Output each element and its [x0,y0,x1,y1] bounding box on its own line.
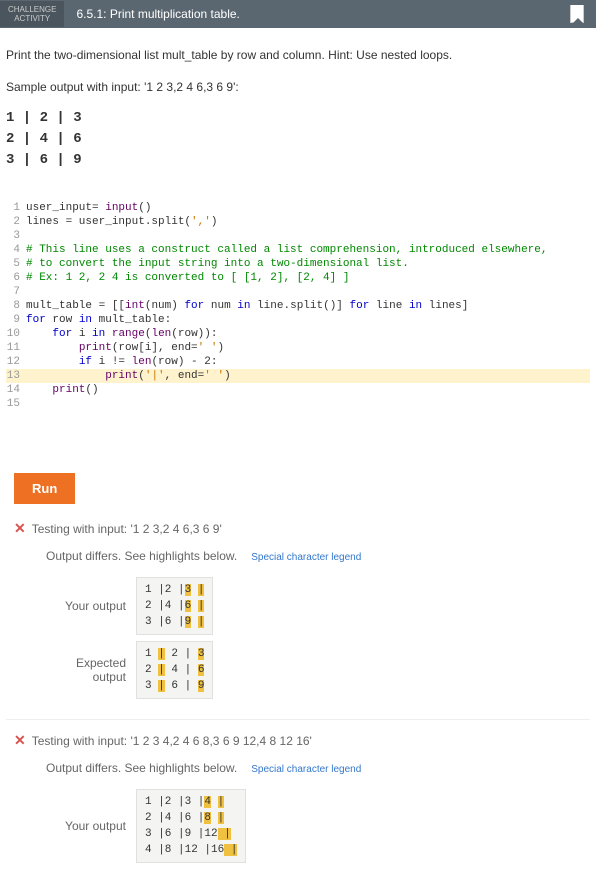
activity-tag: CHALLENGE ACTIVITY [0,1,64,27]
bookmark-icon[interactable] [570,5,584,23]
your-output-label: Your output [46,599,136,613]
diff-label: Output differs. See highlights below.Spe… [6,549,590,563]
run-button[interactable]: Run [14,473,75,504]
sample-output: 1 | 2 | 3 2 | 4 | 6 3 | 6 | 9 [6,108,590,171]
legend-link[interactable]: Special character legend [251,552,361,563]
your-output-row: Your output1 |2 |3 |4 |2 |4 |6 |8 |3 |6 … [6,789,590,863]
output-grid: 1 | 2 | 32 | 4 | 63 | 6 | 9 [136,641,213,699]
activity-title: 6.5.1: Print multiplication table. [64,7,251,21]
expected-output-row: Expected output1 | 2 | 32 | 4 | 63 | 6 |… [6,641,590,699]
test-result: ✕Testing with input: '1 2 3 4,2 4 6 8,3 … [6,732,590,863]
fail-icon: ✕ [14,732,26,749]
test-header: ✕Testing with input: '1 2 3 4,2 4 6 8,3 … [6,732,590,749]
fail-icon: ✕ [14,520,26,537]
test-result: ✕Testing with input: '1 2 3,2 4 6,3 6 9'… [6,520,590,699]
your-output-row: Your output1 |2 |3 |2 |4 |6 |3 |6 |9 | [6,577,590,635]
code-editor[interactable]: 1user_input= input() 2lines = user_input… [6,201,590,411]
diff-label: Output differs. See highlights below.Spe… [6,761,590,775]
activity-header: CHALLENGE ACTIVITY 6.5.1: Print multipli… [0,0,596,28]
sample-output-label: Sample output with input: '1 2 3,2 4 6,3… [6,80,590,94]
legend-link[interactable]: Special character legend [251,764,361,775]
expected-output-label: Expected output [46,656,136,684]
your-output-label: Your output [46,819,136,833]
output-grid: 1 |2 |3 |4 |2 |4 |6 |8 |3 |6 |9 |12 |4 |… [136,789,246,863]
output-grid: 1 |2 |3 |2 |4 |6 |3 |6 |9 | [136,577,213,635]
test-header: ✕Testing with input: '1 2 3,2 4 6,3 6 9' [6,520,590,537]
activity-description: Print the two-dimensional list mult_tabl… [6,48,590,62]
